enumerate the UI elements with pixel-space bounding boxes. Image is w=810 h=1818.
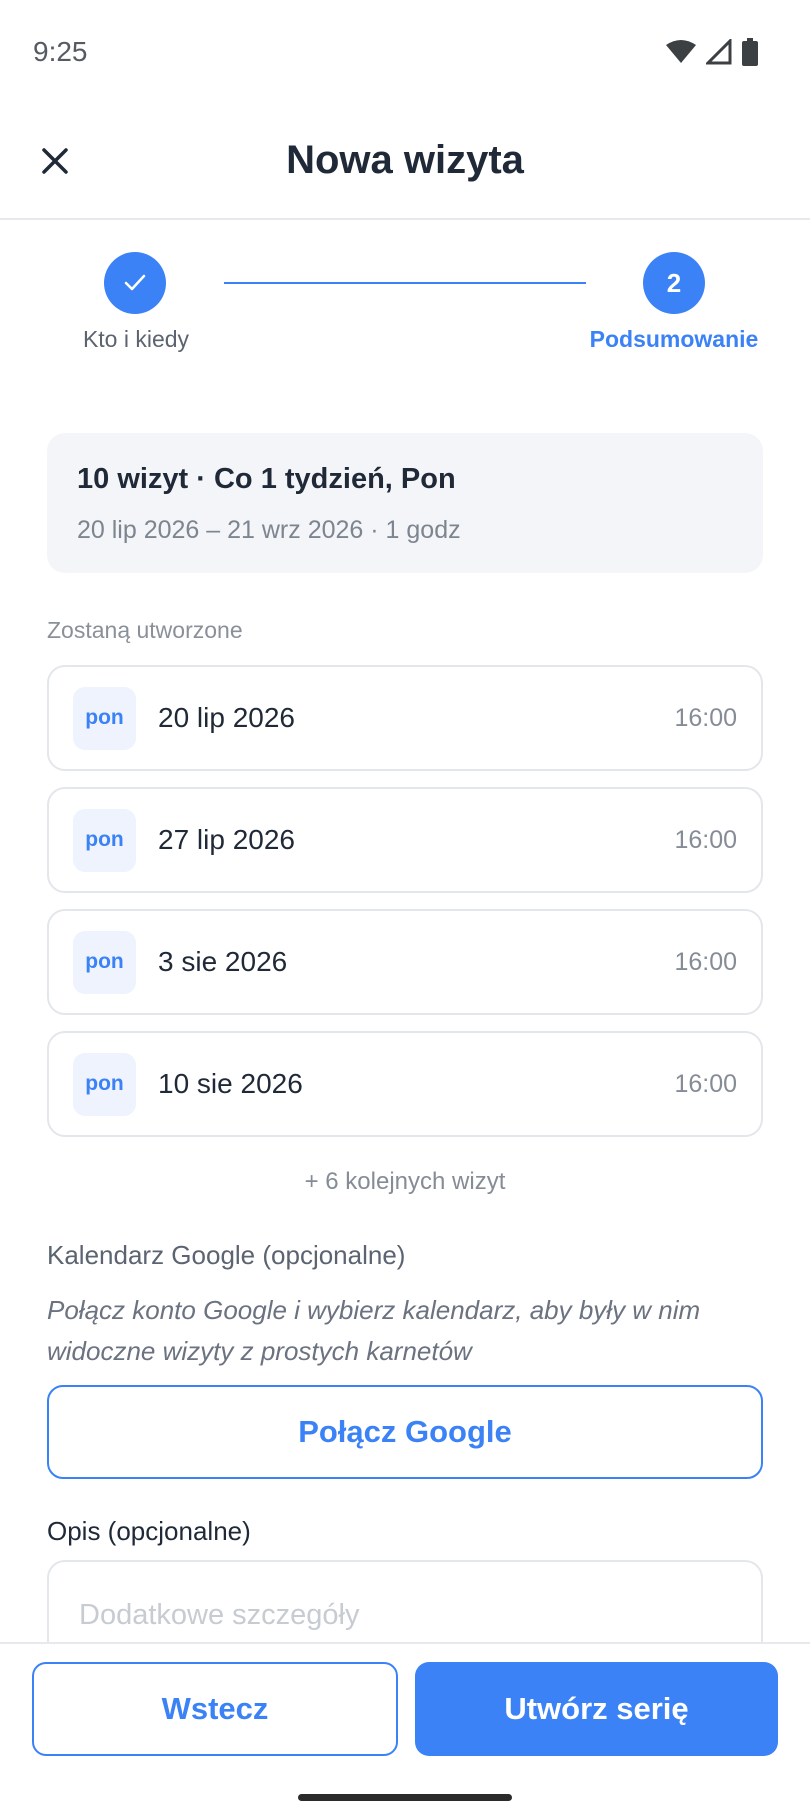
signal-icon [706,39,732,65]
day-badge: pon [73,930,136,994]
visit-date: 3 sie 2026 [158,946,288,977]
day-badge: pon [73,686,136,750]
description-label: Opis (opcjonalne) [47,1516,251,1546]
visit-time: 16:00 [674,1069,737,1098]
list-item: pon 20 lip 2026 16:00 [47,665,763,771]
visit-time: 16:00 [674,947,737,976]
status-time: 9:25 [33,36,88,67]
list-item: pon 3 sie 2026 16:00 [47,909,763,1015]
create-series-button[interactable]: Utwórz serię [415,1662,778,1756]
visit-time: 16:00 [674,703,737,732]
summary-subtitle: 20 lip 2026 – 21 wrz 2026 · 1 godz [77,516,461,544]
visits-section-label: Zostaną utworzone [47,617,243,643]
home-indicator[interactable] [298,1794,512,1801]
back-button[interactable]: Wstecz [32,1662,398,1756]
check-icon [124,274,146,291]
day-badge: pon [73,808,136,872]
visit-date: 10 sie 2026 [158,1068,303,1099]
list-item: pon 10 sie 2026 16:00 [47,1031,763,1137]
step-1-indicator [104,252,166,314]
more-visits-text: + 6 kolejnych wizyt [304,1168,506,1195]
stepper: 2 Kto i kiedy Podsumowanie [0,220,810,360]
step-2-label: Podsumowanie [589,326,759,352]
summary-title: 10 wizyt · Co 1 tydzień, Pon [77,463,456,495]
battery-icon [742,38,758,66]
bottom-bar: Wstecz Utwórz serię [0,1642,810,1818]
day-badge: pon [73,1052,136,1116]
visit-date: 20 lip 2026 [158,702,296,733]
google-calendar-label: Kalendarz Google (opcjonalne) [47,1240,406,1270]
page-title: Nowa wizyta [286,138,524,182]
visit-date: 27 lip 2026 [158,824,296,855]
summary-card: 10 wizyt · Co 1 tydzień, Pon 20 lip 2026… [47,433,763,573]
step-2-indicator: 2 [643,252,705,314]
wifi-icon [666,40,696,63]
status-icons [666,38,758,66]
connect-google-button[interactable]: Połącz Google [47,1385,763,1479]
step-connector [224,282,586,284]
visit-time: 16:00 [674,825,737,854]
list-item: pon 27 lip 2026 16:00 [47,787,763,893]
google-calendar-description: Połącz konto Google i wybierz kalendarz,… [47,1295,701,1366]
visit-list: pon 20 lip 2026 16:00 pon 27 lip 2026 16… [47,665,763,1153]
app-header: Nowa wizyta [0,104,810,220]
step-1-label: Kto i kiedy [82,326,190,352]
status-bar: 9:25 [0,0,810,104]
